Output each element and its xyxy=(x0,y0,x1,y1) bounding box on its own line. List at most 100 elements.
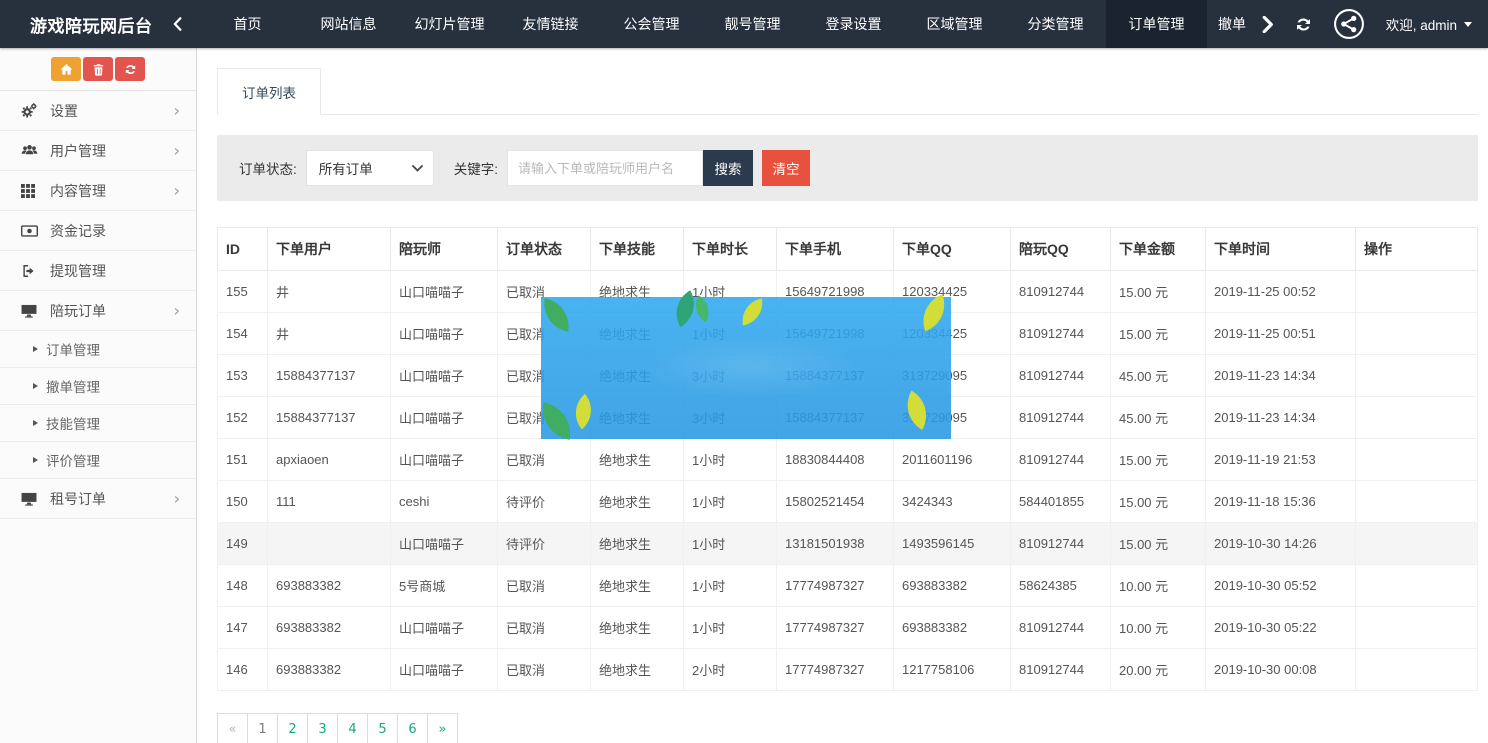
sidebar-item-settings[interactable]: 设置› xyxy=(0,91,196,131)
sidebar-item-label: 用户管理 xyxy=(50,141,174,161)
sidebar-collapse-icon[interactable] xyxy=(173,17,182,31)
nav-right: 欢迎, admin xyxy=(1262,0,1488,48)
nav-item-category[interactable]: 分类管理 xyxy=(1005,0,1106,48)
table-cell: 绝地求生 xyxy=(591,649,684,691)
table-cell: 2019-10-30 00:08 xyxy=(1206,649,1356,691)
caret-right-icon xyxy=(33,420,38,426)
tab-bar: 订单列表 xyxy=(217,68,1478,115)
keyword-input[interactable] xyxy=(507,150,703,186)
sidebar-item-funds[interactable]: 资金记录 xyxy=(0,211,196,251)
home-button[interactable] xyxy=(51,57,81,81)
table-cell: ceshi xyxy=(391,481,498,523)
recycle-button[interactable] xyxy=(115,57,145,81)
avatar-icon[interactable] xyxy=(1333,8,1365,40)
table-cell: 绝地求生 xyxy=(591,523,684,565)
caret-right-icon xyxy=(33,457,38,463)
table-cell: 13181501938 xyxy=(777,523,894,565)
sidebar-item-play-orders[interactable]: 陪玩订单› xyxy=(0,291,196,331)
column-header: ID xyxy=(218,228,268,271)
pagination-item[interactable]: 5 xyxy=(367,713,398,743)
table-cell xyxy=(1356,271,1478,313)
leaf-icon xyxy=(737,292,768,327)
table-cell: 山口喵喵子 xyxy=(391,439,498,481)
table-cell: 151 xyxy=(218,439,268,481)
pagination-item[interactable]: 4 xyxy=(337,713,368,743)
table-cell: 已取消 xyxy=(498,439,591,481)
table-cell: 149 xyxy=(218,523,268,565)
monitor-icon xyxy=(21,304,41,318)
pagination-item[interactable]: « xyxy=(217,713,248,743)
sidebar: 设置›用户管理›内容管理›资金记录提现管理陪玩订单›订单管理撤单管理技能管理评价… xyxy=(0,48,197,743)
order-status-label: 订单状态: xyxy=(239,158,297,178)
table-cell: 810912744 xyxy=(1011,397,1111,439)
order-status-select[interactable]: 所有订单 xyxy=(306,150,434,186)
sidebar-item-user-mgmt[interactable]: 用户管理› xyxy=(0,131,196,171)
nav-item-login-settings[interactable]: 登录设置 xyxy=(803,0,904,48)
sidebar-item-rent-orders[interactable]: 租号订单› xyxy=(0,479,196,519)
table-cell: 井 xyxy=(268,271,391,313)
table-cell: 810912744 xyxy=(1011,607,1111,649)
table-row: 149山口喵喵子待评价绝地求生1小时1318150193814935961458… xyxy=(218,523,1478,565)
column-header: 下单QQ xyxy=(894,228,1011,271)
table-cell: 154 xyxy=(218,313,268,355)
table-cell: 1493596145 xyxy=(894,523,1011,565)
nav-item-guild[interactable]: 公会管理 xyxy=(601,0,702,48)
column-header: 下单手机 xyxy=(777,228,894,271)
table-cell: 150 xyxy=(218,481,268,523)
pagination-item[interactable]: 6 xyxy=(397,713,428,743)
nav-item-cancel[interactable]: 撤单 xyxy=(1207,0,1249,48)
sidebar-subitem-review-mgmt[interactable]: 评价管理 xyxy=(0,442,196,479)
table-cell: 2019-11-18 15:36 xyxy=(1206,481,1356,523)
table-cell: 45.00 元 xyxy=(1111,397,1206,439)
table-cell xyxy=(1356,439,1478,481)
clear-button[interactable]: 清空 xyxy=(762,150,810,186)
sidebar-subitem-cancel-mgmt[interactable]: 撤单管理 xyxy=(0,368,196,405)
trash-button[interactable] xyxy=(83,57,113,81)
caret-right-icon xyxy=(33,383,38,389)
nav-item-friend-links[interactable]: 友情链接 xyxy=(500,0,601,48)
sidebar-subitem-order-mgmt[interactable]: 订单管理 xyxy=(0,331,196,368)
search-button[interactable]: 搜索 xyxy=(703,150,753,186)
nav-item-nice-number[interactable]: 靓号管理 xyxy=(702,0,803,48)
table-cell: 15.00 元 xyxy=(1111,523,1206,565)
sidebar-item-label: 提现管理 xyxy=(50,261,180,281)
grid-icon xyxy=(21,184,41,198)
table-cell: 2019-11-25 00:51 xyxy=(1206,313,1356,355)
nav-scroll-right-icon[interactable] xyxy=(1262,16,1274,33)
nav-item-region[interactable]: 区域管理 xyxy=(904,0,1005,48)
user-menu[interactable]: 欢迎, admin xyxy=(1386,14,1472,34)
table-cell: 20.00 元 xyxy=(1111,649,1206,691)
table-cell: 山口喵喵子 xyxy=(391,523,498,565)
table-cell: 1小时 xyxy=(684,481,777,523)
table-cell xyxy=(268,523,391,565)
nav-item-slides[interactable]: 幻灯片管理 xyxy=(399,0,500,48)
pagination-item[interactable]: 1 xyxy=(247,713,278,743)
refresh-icon[interactable] xyxy=(1295,16,1312,33)
table-cell: 绝地求生 xyxy=(591,607,684,649)
table-cell: 2019-11-19 21:53 xyxy=(1206,439,1356,481)
monitor-icon xyxy=(21,492,41,506)
table-cell: 待评价 xyxy=(498,481,591,523)
table-cell: 绝地求生 xyxy=(591,565,684,607)
welcome-label: 欢迎, admin xyxy=(1386,14,1457,34)
table-cell: 584401855 xyxy=(1011,481,1111,523)
top-navbar: 游戏陪玩网后台 首页网站信息幻灯片管理友情链接公会管理靓号管理登录设置区域管理分… xyxy=(0,0,1488,48)
pagination-item[interactable]: » xyxy=(427,713,458,743)
censor-overlay xyxy=(541,297,951,439)
table-cell: 810912744 xyxy=(1011,523,1111,565)
pagination-item[interactable]: 3 xyxy=(307,713,338,743)
sidebar-item-withdraw[interactable]: 提现管理 xyxy=(0,251,196,291)
sidebar-subitem-skill-mgmt[interactable]: 技能管理 xyxy=(0,405,196,442)
table-cell xyxy=(1356,355,1478,397)
nav-item-home[interactable]: 首页 xyxy=(197,0,298,48)
sidebar-item-label: 内容管理 xyxy=(50,181,174,201)
table-cell: 井 xyxy=(268,313,391,355)
nav-item-orders[interactable]: 订单管理 xyxy=(1106,0,1207,48)
tab-order-list[interactable]: 订单列表 xyxy=(217,68,321,115)
pagination-item[interactable]: 2 xyxy=(277,713,308,743)
nav-item-site-info[interactable]: 网站信息 xyxy=(298,0,399,48)
table-cell: 148 xyxy=(218,565,268,607)
keyword-label: 关键字: xyxy=(454,158,498,178)
sidebar-item-content-mgmt[interactable]: 内容管理› xyxy=(0,171,196,211)
table-cell: 山口喵喵子 xyxy=(391,649,498,691)
